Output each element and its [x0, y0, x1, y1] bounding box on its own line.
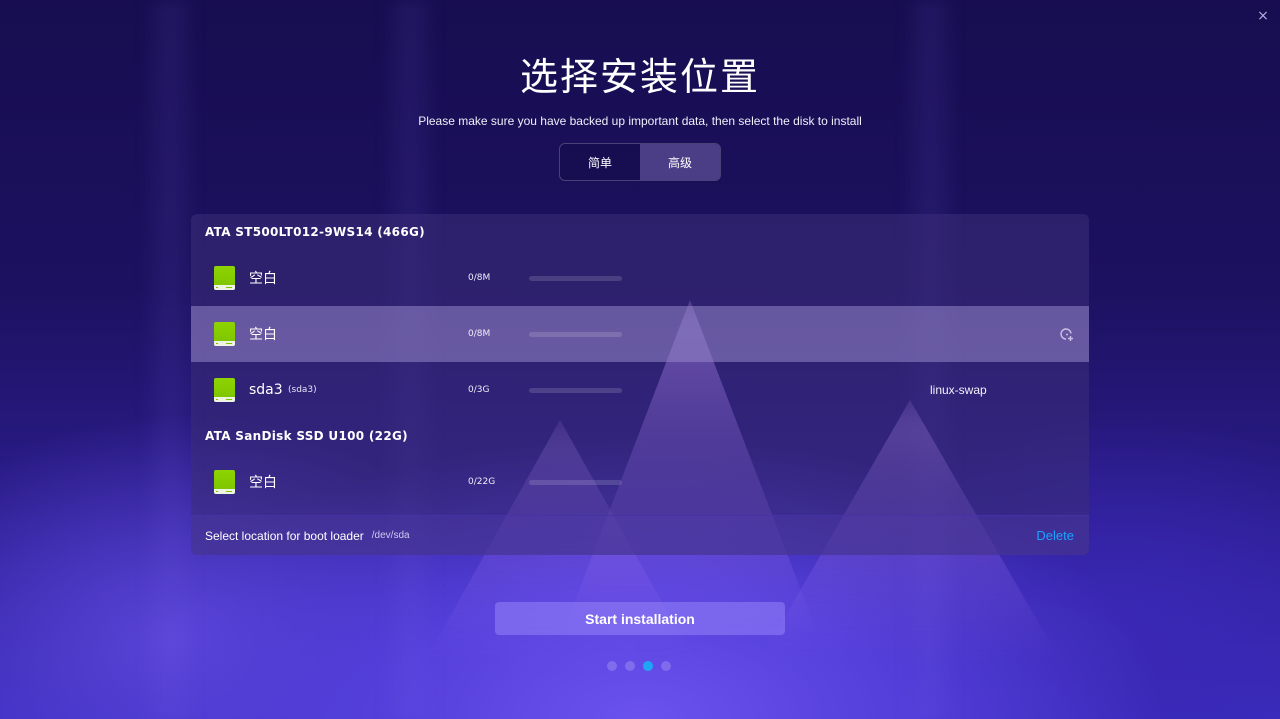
partition-name: sda3: [249, 382, 283, 398]
step-indicator: [607, 661, 671, 671]
close-icon[interactable]: ×: [1254, 7, 1272, 25]
usage-bar: [529, 331, 622, 337]
partition-panel: ATA ST500LT012-9WS14 (466G) 空白 0/8M 空白 0/8M s…: [191, 214, 1089, 555]
usage-bar: [529, 479, 622, 485]
drive-icon: [214, 378, 235, 402]
step-dot[interactable]: [661, 661, 671, 671]
tab-advanced[interactable]: 高级: [640, 144, 720, 180]
disk-header: ATA SanDisk SSD U100 (22G): [205, 429, 408, 443]
partition-row[interactable]: sda3 (sda3) 0/3G linux-swap: [191, 362, 1089, 418]
new-partition-icon[interactable]: [1060, 327, 1074, 341]
drive-icon: [214, 470, 235, 494]
partition-size: 0/3G: [468, 385, 490, 395]
partition-name: 空白: [249, 475, 277, 491]
disk-list: ATA ST500LT012-9WS14 (466G) 空白 0/8M 空白 0/8M s…: [191, 214, 1089, 510]
disk-header: ATA ST500LT012-9WS14 (466G): [205, 225, 425, 239]
drive-icon: [214, 322, 235, 346]
step-dot[interactable]: [607, 661, 617, 671]
start-installation-button[interactable]: Start installation: [495, 602, 785, 635]
usage-bar: [529, 275, 622, 281]
partition-size: 0/8M: [468, 329, 491, 339]
partition-row[interactable]: 空白 0/22G: [191, 454, 1089, 510]
partition-size: 0/8M: [468, 273, 491, 283]
delete-button[interactable]: Delete: [1036, 528, 1074, 543]
partition-name: 空白: [249, 327, 277, 343]
bootloader-select[interactable]: /dev/sda: [372, 530, 410, 541]
bootloader-bar: Select location for boot loader /dev/sda…: [191, 515, 1089, 555]
usage-bar: [529, 387, 622, 393]
partition-row[interactable]: 空白 0/8M: [191, 306, 1089, 362]
page-title: 选择安装位置: [519, 55, 760, 99]
partition-size: 0/22G: [468, 477, 496, 487]
partition-device: (sda3): [288, 385, 317, 395]
bootloader-label: Select location for boot loader: [205, 528, 364, 543]
drive-icon: [214, 266, 235, 290]
partition-name: 空白: [249, 271, 277, 287]
partition-filesystem: linux-swap: [930, 383, 987, 397]
page-subtitle: Please make sure you have backed up impo…: [418, 114, 862, 128]
step-dot[interactable]: [625, 661, 635, 671]
step-dot-active[interactable]: [643, 661, 653, 671]
tab-simple[interactable]: 简单: [560, 144, 640, 180]
mode-switch: 简单 高级: [559, 143, 721, 181]
partition-row[interactable]: 空白 0/8M: [191, 250, 1089, 306]
